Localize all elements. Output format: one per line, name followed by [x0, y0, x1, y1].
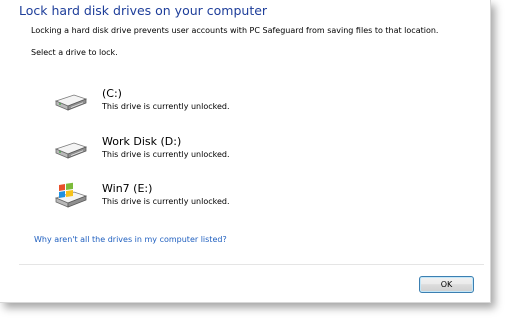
missing-drives-help-link[interactable]: Why aren't all the drives in my computer…	[34, 235, 227, 244]
drive-status: This drive is currently unlocked.	[102, 150, 230, 159]
lock-drives-dialog: Lock hard disk drives on your computer L…	[0, 0, 491, 303]
select-drive-prompt: Select a drive to lock.	[31, 48, 118, 57]
drive-name: Work Disk (D:)	[102, 135, 182, 148]
dialog-title: Lock hard disk drives on your computer	[19, 3, 268, 18]
drive-item-d[interactable]: Work Disk (D:) This drive is currently u…	[54, 135, 314, 171]
drive-status: This drive is currently unlocked.	[102, 102, 230, 111]
drive-item-c[interactable]: (C:) This drive is currently unlocked.	[54, 87, 314, 123]
ok-button[interactable]: OK	[419, 276, 474, 293]
drive-name: (C:)	[102, 87, 122, 100]
drive-name: Win7 (E:)	[102, 182, 153, 195]
footer-divider	[19, 264, 484, 265]
drive-status: This drive is currently unlocked.	[102, 197, 230, 206]
hard-drive-icon	[54, 87, 88, 117]
dialog-description: Locking a hard disk drive prevents user …	[31, 26, 439, 35]
drive-item-e[interactable]: Win7 (E:) This drive is currently unlock…	[54, 182, 314, 218]
hard-drive-icon	[54, 135, 88, 165]
windows-drive-icon	[54, 182, 88, 212]
